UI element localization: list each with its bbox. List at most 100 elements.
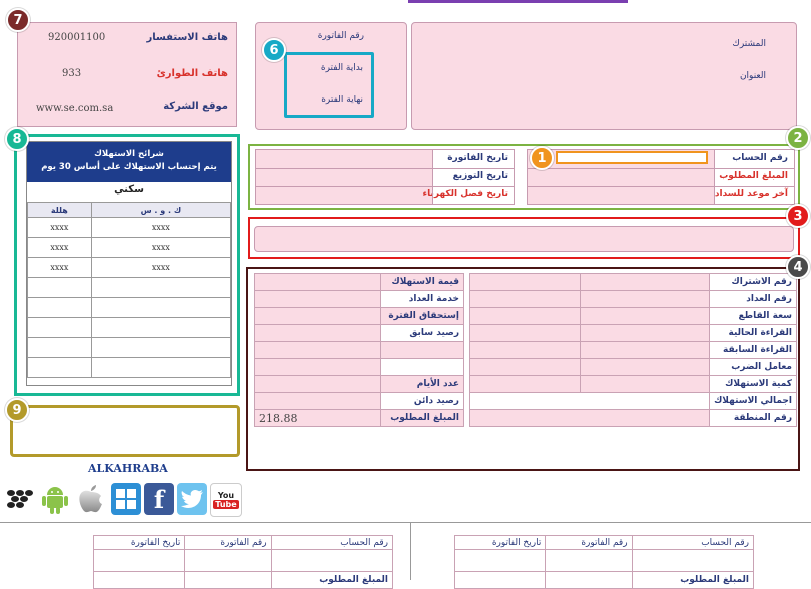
- tiers-row: [27, 357, 232, 378]
- badge-6: 6: [262, 38, 286, 62]
- meter-right-row: كمية الاستهلاك: [468, 375, 797, 393]
- badge-1: 1: [530, 146, 554, 170]
- disconnection-date-label: تاريخ فصل الكهرباء: [422, 189, 508, 199]
- contact-info-box: هاتف الاستفسار 920001100 هاتف الطوارئ 93…: [17, 22, 237, 127]
- meter-right-value: [580, 307, 711, 325]
- meter-right-value: [468, 324, 582, 342]
- invoice-date-label: تاريخ الفاتورة: [447, 153, 508, 163]
- tiers-title: شرائح الاستهلاك: [94, 149, 164, 159]
- inquiry-phone-label: هاتف الاستفسار: [146, 32, 228, 43]
- stub-left-account-number: رقم الحساب: [270, 535, 394, 550]
- brand-name: ALKAHRABA: [88, 462, 168, 475]
- meter-left-row: خدمة العداد: [254, 290, 464, 308]
- meter-right-value: [468, 392, 711, 410]
- website-link[interactable]: www.se.com.sa: [36, 103, 113, 114]
- meter-right-label: رقم المنطقة: [709, 409, 797, 427]
- meter-left-row: قيمة الاستهلاك: [254, 273, 464, 291]
- tiers-row: [27, 297, 232, 318]
- meter-left-value: [254, 358, 381, 376]
- meter-left-label: قيمة الاستهلاك: [380, 273, 464, 291]
- meter-left-value: [254, 307, 381, 325]
- meter-right-value: [580, 341, 711, 359]
- meter-left-row: [254, 358, 464, 376]
- meter-left-value: [254, 290, 381, 308]
- stub-separator: [410, 523, 411, 580]
- period-highlight-box: بداية الفترة نهاية الفترة: [284, 52, 374, 118]
- meter-left-label: [380, 341, 464, 359]
- meter-left-label: رصيد سابق: [380, 324, 464, 342]
- invoice-dates-panel: تاريخ الفاتورة تاريخ التوزيع تاريخ فصل ا…: [255, 149, 515, 205]
- tiers-cell-kwh: xxxx: [90, 257, 232, 278]
- meter-left-row: [254, 341, 464, 359]
- windows-icon[interactable]: [111, 483, 141, 515]
- meter-left-row: إستحقاق الفترة: [254, 307, 464, 325]
- tiers-row: [27, 337, 232, 358]
- consumption-tiers-table: شرائح الاستهلاك يتم إحتساب الاستهلاك على…: [26, 141, 232, 386]
- tiers-col-halala: هللة: [27, 202, 92, 218]
- tiers-cell-kwh: [90, 357, 232, 378]
- meter-right-row: سعة القاطع: [468, 307, 797, 325]
- emergency-phone-value: 933: [62, 68, 82, 79]
- meter-left-label: [380, 358, 464, 376]
- twitter-icon[interactable]: [177, 483, 207, 515]
- meter-right-row: القراءة الحالية: [468, 324, 797, 342]
- meter-left-value: [254, 273, 381, 291]
- meter-right-label: اجمالي الاستهلاك: [709, 392, 797, 410]
- amount-due-label: المبلغ المطلوب: [719, 171, 788, 181]
- apple-icon[interactable]: [74, 483, 108, 515]
- stub-right-amount-due: المبلغ المطلوب: [631, 571, 755, 589]
- tiers-grid: هللة ك . و . س xxxx xxxx xxxx xxxx xxxx xxxx: [27, 202, 232, 378]
- meter-right-value: [580, 358, 711, 376]
- youtube-text-tube: Tube: [213, 500, 239, 509]
- tiers-cell-kwh: [90, 337, 232, 358]
- period-end-label: نهاية الفترة: [321, 95, 363, 105]
- badge-3: 3: [786, 204, 810, 228]
- subscriber-box: المشترك العنوان: [411, 22, 797, 130]
- badge-2: 2: [786, 126, 810, 150]
- meter-left-label: عدد الأيام: [380, 375, 464, 393]
- meter-left-value: 218.88: [254, 409, 381, 427]
- tiers-cell-kwh: [90, 277, 232, 298]
- blackberry-icon[interactable]: [4, 483, 36, 515]
- tear-off-divider: [0, 522, 811, 523]
- meter-right-label: القراءة الحالية: [709, 324, 797, 342]
- stub-left-invoice-number: رقم الفاتورة: [184, 535, 272, 550]
- meter-left-value: [254, 392, 381, 410]
- stub-right-account-number: رقم الحساب: [631, 535, 755, 550]
- meter-right-label: رقم الاشتراك: [709, 273, 797, 291]
- meter-right-value: [468, 307, 582, 325]
- stub-left-invoice-date: تاريخ الفاتورة: [92, 535, 186, 550]
- meter-left-value: [254, 341, 381, 359]
- facebook-icon[interactable]: f: [144, 483, 174, 515]
- meter-right-value: [468, 409, 711, 427]
- tiers-col-kwh: ك . و . س: [90, 202, 232, 218]
- android-icon[interactable]: [40, 483, 70, 515]
- meter-right-row: رقم الاشتراك: [468, 273, 797, 291]
- meter-left-label: رصيد دائن: [380, 392, 464, 410]
- meter-right-label: كمية الاستهلاك: [709, 375, 797, 393]
- tiers-cell-halala: [27, 317, 92, 338]
- meter-right-value: [468, 358, 582, 376]
- meter-left-row: رصيد دائن: [254, 392, 464, 410]
- account-number-field-highlight[interactable]: [556, 151, 708, 164]
- meter-right-value: [580, 273, 711, 291]
- meter-right-value: [468, 341, 582, 359]
- meter-right-row: رقم المنطقة: [468, 409, 797, 427]
- youtube-icon[interactable]: You Tube: [210, 483, 242, 517]
- meter-left-value: [254, 375, 381, 393]
- meter-right-table: رقم الاشتراك رقم العداد سعة القاطع القراءة …: [468, 273, 797, 427]
- tiers-row: [27, 317, 232, 338]
- meter-left-value: [254, 324, 381, 342]
- last-payment-date-label: آخر موعد للسداد: [714, 189, 788, 199]
- meter-left-table: قيمة الاستهلاك خدمة العداد إستحقاق الفترة ر…: [254, 273, 464, 427]
- tiers-cell-halala: xxxx: [27, 237, 92, 258]
- tiers-cell-kwh: xxxx: [90, 237, 232, 258]
- badge-4: 4: [786, 255, 810, 279]
- meter-right-value: [468, 273, 582, 291]
- address-label: العنوان: [739, 71, 766, 81]
- stub-right-invoice-number: رقم الفاتورة: [545, 535, 633, 550]
- badge-9: 9: [5, 398, 29, 422]
- payment-stub-right: تاريخ الفاتورة رقم الفاتورة رقم الحساب ا…: [453, 535, 755, 589]
- meter-right-label: سعة القاطع: [709, 307, 797, 325]
- tiers-cell-halala: [27, 337, 92, 358]
